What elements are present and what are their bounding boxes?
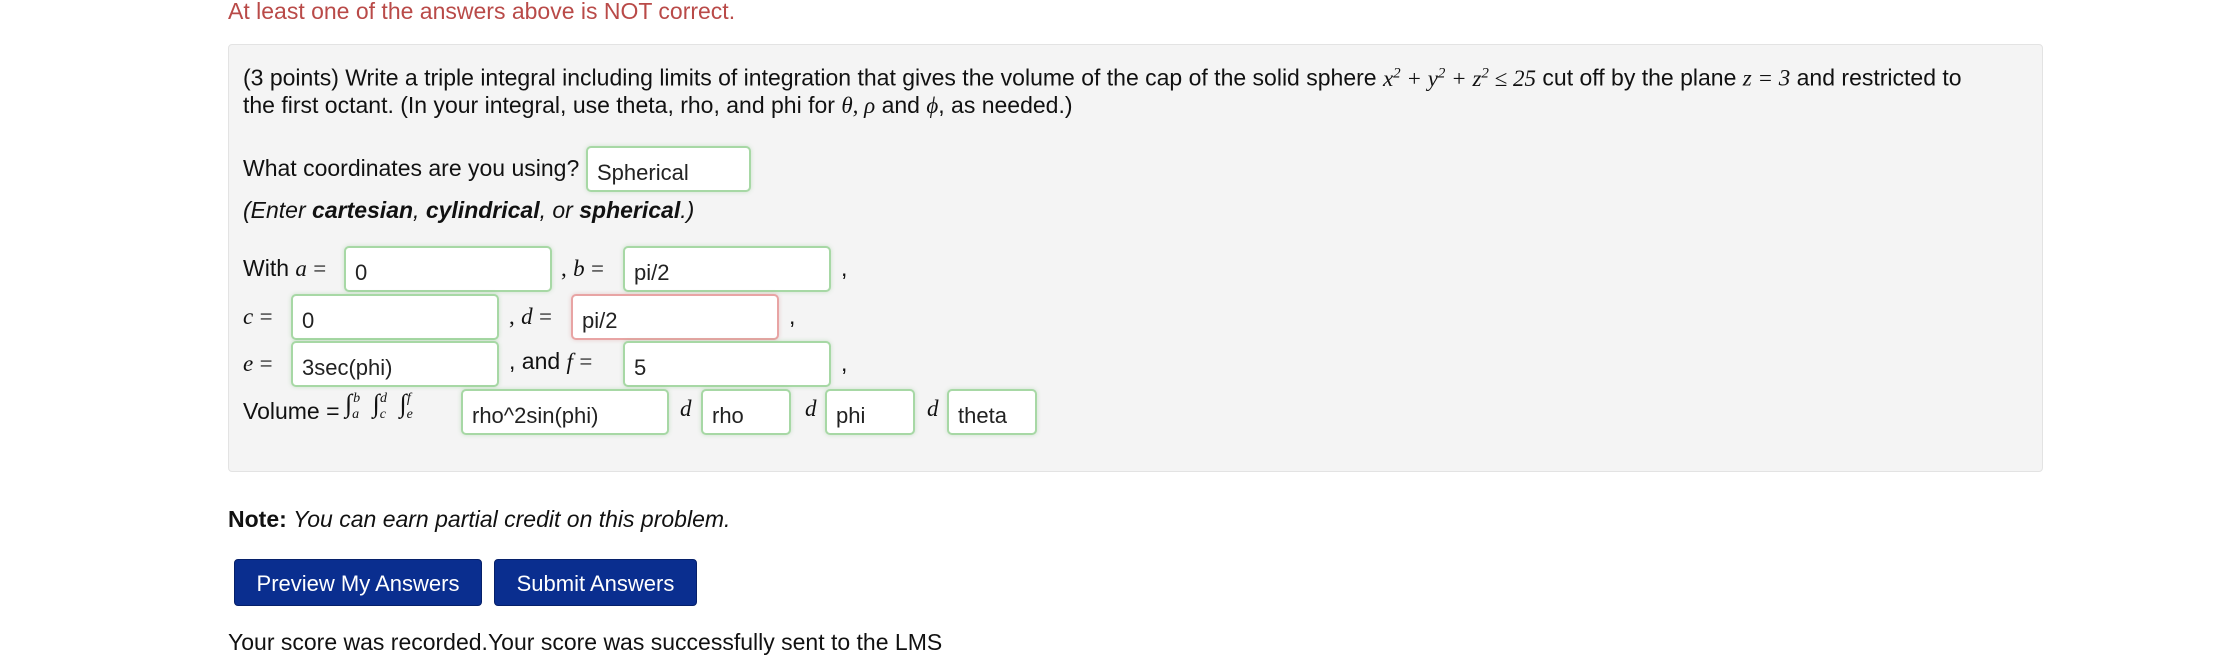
and-text: , and [509,348,561,374]
coord-hint: (Enter cartesian, cylindrical, or spheri… [243,197,695,223]
differential-d3: d [927,396,939,421]
greek-symbols: θ, ρ [841,93,876,118]
phi-symbol: ϕ [926,93,939,118]
partial-credit-note: Note: You can earn partial credit on thi… [228,506,730,533]
differential-1-input[interactable]: rho [701,389,791,435]
sphere-equation: x2 + y2 + z2 ≤ 25 [1382,65,1537,91]
feedback-message: At least one of the answers above is NOT… [228,0,736,24]
points-label: (3 points) [243,64,339,91]
label-e: e = [243,351,273,376]
statement-part1: Write a triple integral including limits… [345,64,1377,91]
integrand-input[interactable]: rho^2sin(phi) [461,389,669,435]
plane-equation: z = 3 [1742,65,1791,91]
with-text: With [243,255,289,281]
limit-e-input[interactable]: 3sec(phi) [291,341,499,387]
coord-hint-prefix: (Enter [243,197,313,223]
statement-line2-end: , as needed.) [938,92,1073,118]
coord-hint-suffix: .) [680,197,695,223]
note-text: You can earn partial credit on this prob… [293,506,731,532]
note-label: Note: [228,506,287,532]
volume-label: Volume = [243,398,340,424]
comma-sep: , [841,255,848,281]
comma-sep: , [789,303,796,329]
differential-d2: d [805,396,817,421]
limit-a-input[interactable]: 0 [344,246,552,292]
coord-answer-input[interactable]: Spherical [586,146,751,192]
submit-answers-button[interactable]: Submit Answers [494,559,697,606]
with-label: With a = [243,255,327,281]
comma-sep: , [841,350,848,376]
differential-3-input[interactable]: theta [947,389,1037,435]
differential-d1: d [680,396,692,421]
coord-hint-opt1: cartesian [312,197,414,223]
label-d: , d = [509,304,553,329]
label-f: , and f = [509,348,593,374]
statement-part3: and restricted to [1796,64,1962,91]
coord-hint-opt3: spherical [579,197,681,223]
limit-b-input[interactable]: pi/2 [623,246,831,292]
label-c: c = [243,304,273,329]
statement-part2: cut off by the plane [1542,64,1737,91]
problem-statement-line2: the first octant. (In your integral, use… [243,92,1073,118]
limit-c-input[interactable]: 0 [291,294,499,340]
limit-f-input[interactable]: 5 [623,341,831,387]
preview-answers-button[interactable]: Preview My Answers [234,559,482,606]
statement-line2: the first octant. (In your integral, use… [243,92,835,118]
problem-box: (3 points) Write a triple integral inclu… [228,44,2043,472]
coord-hint-or: , or [539,197,580,223]
coord-hint-opt2: cylindrical [425,197,540,223]
triple-integral-sign: ∫ab ∫cd ∫ef [345,389,413,423]
coord-question: What coordinates are you using? [243,155,580,181]
label-b: , b = [561,256,605,281]
differential-2-input[interactable]: phi [825,389,915,435]
limit-d-input[interactable]: pi/2 [571,294,779,340]
score-status-message: Your score was recorded.Your score was s… [228,629,943,655]
